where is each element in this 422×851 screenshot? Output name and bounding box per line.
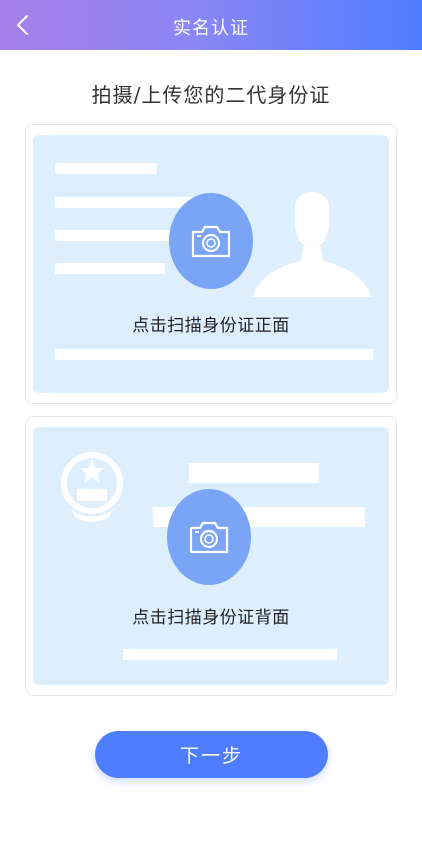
portrait-silhouette-icon (253, 192, 371, 297)
camera-icon (189, 521, 229, 554)
instruction-heading: 拍摄/上传您的二代身份证 (91, 83, 331, 107)
nav-header: 实名认证 (0, 0, 422, 50)
placeholder-line (189, 463, 319, 483)
id-back-card[interactable]: 点击扫描身份证背面 (25, 416, 397, 696)
camera-icon (191, 225, 231, 258)
national-emblem-icon (61, 452, 123, 522)
scan-front-label: 点击扫描身份证正面 (132, 316, 290, 336)
placeholder-line (55, 163, 157, 174)
page-title: 实名认证 (173, 18, 249, 39)
placeholder-line (123, 649, 337, 660)
scan-back-label: 点击扫描身份证背面 (132, 608, 290, 628)
placeholder-line (55, 349, 373, 360)
id-front-card-body: 点击扫描身份证正面 (33, 135, 389, 393)
id-front-card[interactable]: 点击扫描身份证正面 (25, 124, 397, 404)
id-back-card-body: 点击扫描身份证背面 (33, 427, 389, 685)
camera-button-back[interactable] (167, 489, 251, 585)
next-step-button[interactable]: 下一步 (95, 731, 328, 778)
camera-button-front[interactable] (169, 193, 253, 289)
placeholder-line (55, 263, 165, 274)
